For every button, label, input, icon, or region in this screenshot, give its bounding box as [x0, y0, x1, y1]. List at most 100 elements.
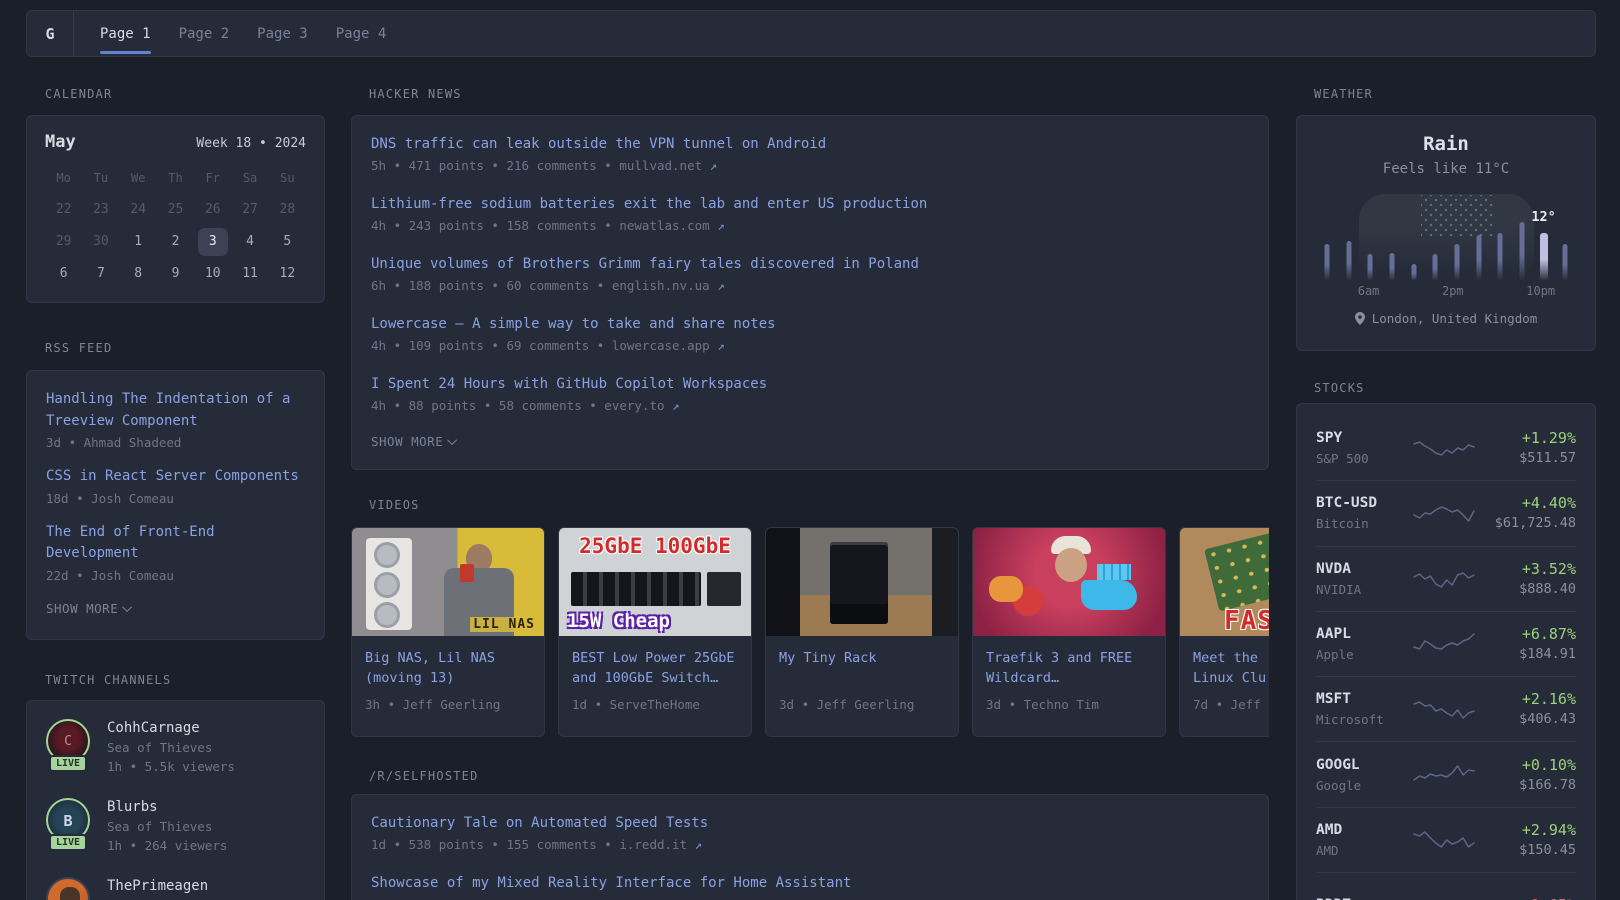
- app-logo[interactable]: G: [27, 11, 74, 56]
- weather-bar: [1389, 253, 1395, 281]
- stock-symbol: AMD: [1316, 821, 1343, 838]
- video-card[interactable]: LIL NAS Big NAS, Lil NAS (moving 13) 3h …: [351, 527, 545, 737]
- video-meta: 3h • Jeff Geerling: [365, 697, 501, 712]
- stock-name: AMD: [1316, 842, 1339, 858]
- stock-price: $166.78: [1519, 776, 1576, 793]
- video-card[interactable]: 25GbE 100GbE 15W Cheap BEST Low Power 25…: [558, 527, 752, 737]
- stock-price: $511.57: [1519, 450, 1576, 467]
- hn-item-title[interactable]: I Spent 24 Hours with GitHub Copilot Wor…: [371, 374, 1249, 394]
- hn-item-meta: 4h • 109 points • 69 comments • lowercas…: [371, 338, 725, 353]
- twitch-channel-row[interactable]: LIVE Blurbs Sea of Thieves 1h • 264 view…: [46, 798, 305, 855]
- reddit-item-title[interactable]: Showcase of my Mixed Reality Interface f…: [371, 873, 1249, 893]
- video-title[interactable]: BEST Low Power 25GbE and 100GbE Switch…: [572, 648, 739, 688]
- reddit-item: Showcase of my Mixed Reality Interface f…: [371, 873, 1249, 893]
- stock-sparkline: [1408, 567, 1480, 591]
- stock-symbol: GOOGL: [1316, 756, 1360, 773]
- weather-bar: [1454, 244, 1460, 281]
- video-card[interactable]: My Tiny Rack 3d • Jeff Geerling: [765, 527, 959, 737]
- hn-item-meta: 4h • 243 points • 158 comments • newatla…: [371, 218, 725, 233]
- weather-bar: [1411, 264, 1417, 281]
- stock-row: AAPL Apple +6.87% $184.91: [1316, 612, 1576, 678]
- stock-change-pct: +3.52%: [1521, 559, 1576, 578]
- twitch-channel-row[interactable]: ThePrimeagen: [46, 877, 305, 900]
- twitch-channel-row[interactable]: LIVE CohhCarnage Sea of Thieves 1h • 5.5…: [46, 719, 305, 776]
- stock-sparkline: [1408, 828, 1480, 852]
- video-title[interactable]: Traefik 3 and FREE Wildcard…: [986, 648, 1153, 688]
- hn-item-title[interactable]: Lowercase – A simple way to take and sha…: [371, 314, 1249, 334]
- calendar-day: 4: [246, 234, 254, 249]
- stock-sparkline: [1408, 697, 1480, 721]
- hn-item: Lowercase – A simple way to take and sha…: [371, 314, 1249, 354]
- calendar-day: 10: [204, 266, 221, 281]
- hn-item-title[interactable]: Lithium-free sodium batteries exit the l…: [371, 194, 1249, 214]
- rss-show-more-button[interactable]: SHOW MORE: [46, 601, 305, 616]
- video-card[interactable]: Traefik 3 and FREE Wildcard… 3d • Techno…: [972, 527, 1166, 737]
- stock-change-pct: -1.65%: [1480, 895, 1576, 900]
- stock-price: $888.40: [1519, 580, 1576, 597]
- stock-name: S&P 500: [1316, 451, 1369, 467]
- weather-condition: Rain: [1423, 133, 1469, 155]
- calendar-day: 22: [55, 202, 72, 217]
- hn-item-meta: 4h • 88 points • 58 comments • every.to …: [371, 398, 680, 413]
- weather-hourly-chart: 12°: [1316, 189, 1576, 281]
- hn-item: DNS traffic can leak outside the VPN tun…: [371, 134, 1249, 174]
- twitch-channel-name[interactable]: CohhCarnage: [107, 719, 235, 738]
- twitch-channel-name[interactable]: Blurbs: [107, 798, 227, 817]
- video-title[interactable]: My Tiny Rack: [779, 648, 946, 688]
- videos-section-title: VIDEOS: [369, 498, 420, 512]
- weather-bar: [1432, 254, 1438, 281]
- stock-sparkline: [1408, 632, 1480, 656]
- calendar-week-year: Week 18 • 2024: [196, 136, 306, 151]
- stock-change-pct: +4.40%: [1521, 494, 1576, 513]
- video-title[interactable]: Meet the Linux Clu: [1193, 648, 1269, 688]
- selfhosted-widget: Cautionary Tale on Automated Speed Tests…: [351, 794, 1269, 900]
- hn-item-title[interactable]: DNS traffic can leak outside the VPN tun…: [371, 134, 1249, 154]
- twitch-channel-game: Sea of Thieves: [107, 740, 213, 755]
- rss-item: CSS in React Server Components 18d • Jos…: [46, 466, 305, 507]
- calendar-section-title: CALENDAR: [45, 87, 113, 101]
- tab-page-4[interactable]: Page 4: [336, 11, 387, 56]
- stock-sparkline: [1408, 894, 1480, 900]
- weather-bar: [1497, 233, 1503, 281]
- dashboard: G Page 1 Page 2 Page 3 Page 4 CALENDAR M…: [0, 0, 1620, 900]
- calendar-widget: May Week 18 • 2024 Mo Tu We Th Fr Sa Su …: [26, 115, 325, 303]
- weather-axis-label: 2pm: [1441, 284, 1464, 298]
- rss-item-meta: 3d • Ahmad Shadeed: [46, 435, 182, 450]
- stock-change-pct: +1.29%: [1521, 429, 1576, 448]
- day-header: Tu: [93, 170, 109, 185]
- video-title[interactable]: Big NAS, Lil NAS (moving 13): [365, 648, 532, 688]
- video-thumbnail: LIL NAS: [352, 528, 544, 636]
- weather-bar: [1476, 235, 1482, 281]
- day-header: We: [130, 170, 146, 185]
- day-header: Th: [168, 170, 183, 185]
- rss-item-title[interactable]: The End of Front-End Development: [46, 522, 305, 565]
- calendar-day: 5: [283, 234, 292, 249]
- top-nav: G Page 1 Page 2 Page 3 Page 4: [26, 10, 1596, 57]
- weather-bar: [1346, 241, 1351, 281]
- calendar-day: 25: [167, 202, 184, 217]
- twitch-channel-name[interactable]: ThePrimeagen: [107, 877, 208, 896]
- calendar-day: 12: [279, 266, 296, 281]
- tab-page-2[interactable]: Page 2: [179, 11, 230, 56]
- day-header: Su: [280, 170, 295, 185]
- hn-item-title[interactable]: Unique volumes of Brothers Grimm fairy t…: [371, 254, 1249, 274]
- tab-page-3[interactable]: Page 3: [257, 11, 308, 56]
- calendar-day: 8: [134, 266, 143, 281]
- reddit-item: Cautionary Tale on Automated Speed Tests…: [371, 813, 1249, 853]
- stock-name: Microsoft: [1316, 712, 1384, 728]
- reddit-item-title[interactable]: Cautionary Tale on Automated Speed Tests: [371, 813, 1249, 833]
- external-link-icon: ↗: [717, 218, 725, 233]
- rss-item-title[interactable]: CSS in React Server Components: [46, 466, 305, 488]
- hn-item: Lithium-free sodium batteries exit the l…: [371, 194, 1249, 234]
- calendar-day: 6: [59, 266, 68, 281]
- stock-change-pct: +6.87%: [1521, 625, 1576, 644]
- stock-symbol: BTC-USD: [1316, 495, 1378, 512]
- chevron-down-icon: [122, 601, 133, 612]
- rss-item-title[interactable]: Handling The Indentation of a Treeview C…: [46, 389, 305, 432]
- hn-show-more-button[interactable]: SHOW MORE: [371, 434, 1249, 449]
- external-link-icon: ↗: [717, 278, 725, 293]
- stock-sparkline: [1408, 501, 1480, 525]
- weather-widget: Rain Feels like 11°C 12° 6am 2pm 10pm Lond…: [1296, 115, 1596, 351]
- video-card[interactable]: FAS Meet the Linux Clu 7d • Jeff Geerlin…: [1179, 527, 1269, 737]
- tab-page-1[interactable]: Page 1: [100, 11, 151, 56]
